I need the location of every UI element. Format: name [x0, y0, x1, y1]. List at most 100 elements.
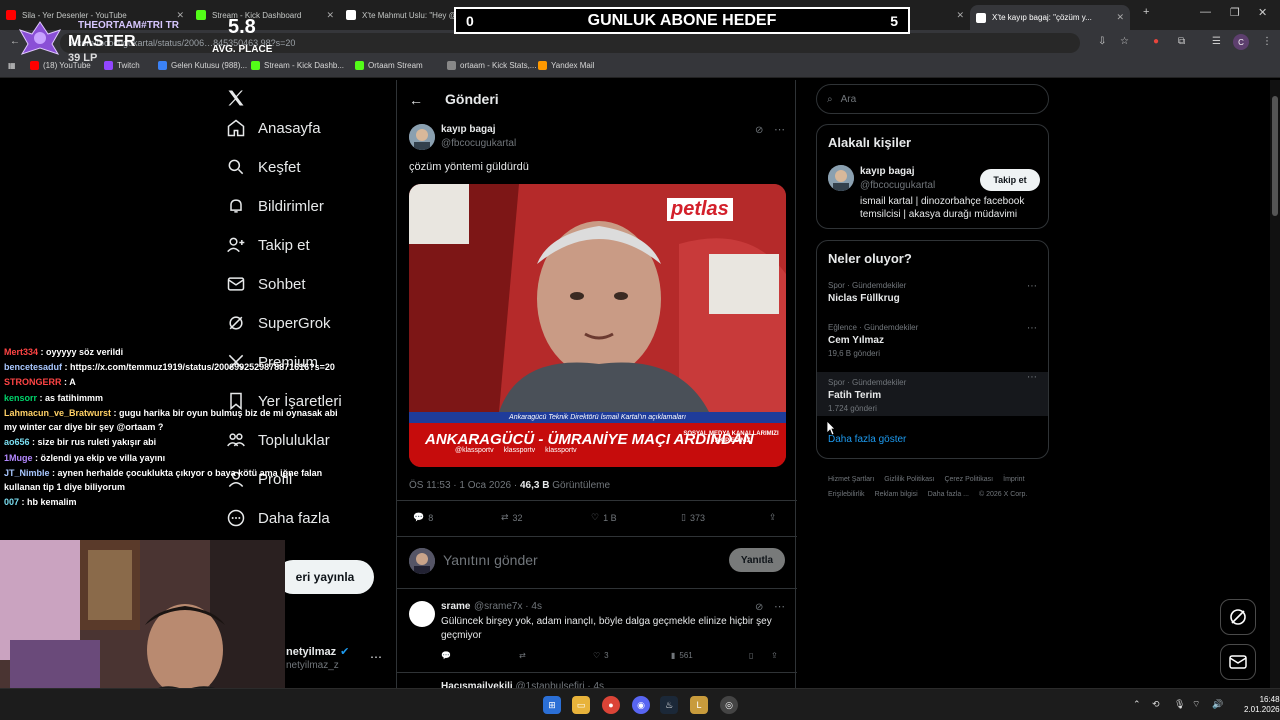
- bookmark-1[interactable]: Twitch: [104, 61, 140, 70]
- trend-item[interactable]: Eğlence · Gündemdekiler Cem Yılmaz 19,6 B …: [817, 323, 1048, 358]
- extensions-icon[interactable]: ⧉: [1178, 36, 1185, 47]
- footer-link[interactable]: Erişilebilirlik: [828, 487, 865, 502]
- post-time[interactable]: ÖS 11:53 · 1 Oca 2026 ·: [409, 480, 520, 491]
- share-icon[interactable]: ⇪: [771, 651, 778, 660]
- steam-icon[interactable]: ♨: [660, 696, 678, 714]
- nav-item-1[interactable]: Keşfet: [226, 157, 301, 177]
- nav-item-3[interactable]: Takip et: [226, 235, 310, 255]
- bookmark-4[interactable]: Ortaam Stream: [355, 61, 423, 70]
- tab-search-icon[interactable]: ☰: [1212, 36, 1221, 47]
- nav-item-10[interactable]: Daha fazla: [226, 508, 330, 528]
- footer-link[interactable]: Daha fazla ...: [928, 487, 969, 502]
- back-arrow-icon[interactable]: ←: [409, 92, 423, 108]
- obs-icon[interactable]: ◎: [720, 696, 738, 714]
- comment-author-name[interactable]: srame: [441, 601, 470, 612]
- trend-item[interactable]: Spor · Gündemdekiler Fatih Terim 1.724 gön…: [817, 372, 1048, 416]
- bookmark-5[interactable]: ortaam - Kick Stats,...: [447, 61, 536, 70]
- start-icon[interactable]: ⊞: [543, 696, 561, 714]
- post-author-avatar[interactable]: [409, 124, 435, 150]
- nav-item-5[interactable]: SuperGrok: [226, 313, 331, 333]
- chat-username[interactable]: ao656: [4, 437, 30, 447]
- post-button[interactable]: eri yayınla: [276, 560, 374, 594]
- tab-close-icon[interactable]: ✕: [1110, 12, 1124, 23]
- chat-username[interactable]: 1Muge: [4, 453, 33, 463]
- post-author-handle[interactable]: @fbcocugukartal: [441, 138, 516, 149]
- bookmark-6[interactable]: Yandex Mail: [538, 61, 594, 70]
- volume-icon[interactable]: 🔊: [1212, 699, 1223, 710]
- post-author-name[interactable]: kayıp bagaj: [441, 124, 495, 135]
- footer-link[interactable]: İmprint: [1003, 472, 1024, 487]
- tab-close-icon[interactable]: ✕: [950, 10, 964, 21]
- tab-6[interactable]: X'te kayıp bagaj: "çözüm y... ✕: [970, 5, 1130, 30]
- star-icon[interactable]: ☆: [1120, 36, 1129, 47]
- trend-item[interactable]: Spor · Gündemdekiler Niclas Füllkrug ⋯: [817, 281, 1048, 304]
- follow-button[interactable]: Takip et: [980, 169, 1040, 191]
- trend-more-icon[interactable]: ⋯: [1027, 281, 1037, 292]
- profile-avatar[interactable]: C: [1233, 34, 1249, 50]
- footer-link[interactable]: © 2026 X Corp.: [979, 487, 1027, 502]
- footer-link[interactable]: Çerez Politikası: [944, 472, 993, 487]
- menu-icon[interactable]: ⋮: [1262, 36, 1272, 47]
- post-more-icon[interactable]: ⋯: [774, 123, 785, 136]
- chat-username[interactable]: STRONGERR: [4, 377, 62, 387]
- views-action[interactable]: ▮ 561: [671, 651, 693, 660]
- x-logo-icon[interactable]: [226, 88, 246, 108]
- chat-username[interactable]: Lahmacun_ve_Bratwurst: [4, 408, 111, 418]
- chrome-icon[interactable]: ●: [602, 696, 620, 714]
- like-action[interactable]: ♡ 1 B: [591, 512, 617, 523]
- install-icon[interactable]: ⇩: [1098, 36, 1106, 47]
- reply-icon[interactable]: 💬: [441, 651, 451, 660]
- reply-button[interactable]: Yanıtla: [729, 548, 785, 572]
- search-input[interactable]: ⌕ Ara: [816, 84, 1049, 114]
- trend-more-icon[interactable]: ⋯: [1027, 323, 1037, 334]
- close-window-icon[interactable]: ✕: [1258, 6, 1267, 19]
- tray-expand-icon[interactable]: ⌃: [1133, 699, 1141, 710]
- scrollbar-thumb[interactable]: [1272, 96, 1278, 216]
- bookmark-icon[interactable]: ▯: [749, 651, 753, 660]
- footer-link[interactable]: Reklam bilgisi: [875, 487, 918, 502]
- bookmark-2[interactable]: Gelen Kutusu (988)...: [158, 61, 247, 70]
- comment-avatar[interactable]: [409, 601, 435, 627]
- grok-icon[interactable]: ⊘: [755, 125, 763, 136]
- account-more-icon[interactable]: ⋯: [370, 650, 382, 664]
- my-avatar[interactable]: [409, 548, 435, 574]
- maximize-icon[interactable]: ❐: [1230, 6, 1240, 19]
- related-avatar[interactable]: [828, 165, 854, 191]
- trend-more-icon[interactable]: ⋯: [1027, 372, 1037, 383]
- grok-float-button[interactable]: [1220, 599, 1256, 635]
- account-name[interactable]: netyilmaz ✔: [286, 645, 349, 659]
- footer-link[interactable]: Hizmet Şartları: [828, 472, 874, 487]
- bookmark-3[interactable]: Stream - Kick Dashb...: [251, 61, 344, 70]
- extension-icon[interactable]: ●: [1153, 36, 1159, 47]
- messages-float-button[interactable]: [1220, 644, 1256, 680]
- repost-action[interactable]: ⇄ 32: [501, 512, 523, 523]
- bookmark-action[interactable]: ▯ 373: [681, 512, 705, 523]
- post-media[interactable]: petlas Ankaragücü Teknik Direktörü İsmai…: [409, 184, 786, 467]
- comment-author-handle[interactable]: @srame7x · 4s: [474, 601, 542, 612]
- like-action[interactable]: ♡ 3: [593, 651, 609, 660]
- nav-item-0[interactable]: Anasayfa: [226, 118, 321, 138]
- repost-icon[interactable]: ⇄: [519, 651, 526, 660]
- network-icon[interactable]: ⟲: [1152, 699, 1160, 710]
- chat-username[interactable]: Mert334: [4, 347, 38, 357]
- tab-close-icon[interactable]: ✕: [320, 10, 334, 21]
- file-explorer-icon[interactable]: ▭: [572, 696, 590, 714]
- league-icon[interactable]: L: [690, 696, 708, 714]
- new-tab-button[interactable]: +: [1143, 6, 1149, 18]
- grok-icon[interactable]: ⊘: [755, 602, 763, 613]
- nav-item-4[interactable]: Sohbet: [226, 274, 306, 294]
- chat-username[interactable]: 007: [4, 497, 19, 507]
- related-name[interactable]: kayıp bagaj: [860, 166, 914, 177]
- share-icon[interactable]: ⇪: [769, 512, 777, 523]
- reply-action[interactable]: 💬 8: [413, 512, 433, 523]
- chat-username[interactable]: kensorr: [4, 393, 37, 403]
- discord-icon[interactable]: ◉: [632, 696, 650, 714]
- minimize-icon[interactable]: —: [1200, 6, 1211, 18]
- chat-username[interactable]: bencetesaduf: [4, 362, 62, 372]
- related-handle[interactable]: @fbcocugukartal: [860, 180, 935, 191]
- reply-input[interactable]: Yanıtını gönder: [443, 552, 538, 568]
- nav-item-2[interactable]: Bildirimler: [226, 196, 324, 216]
- mic-icon[interactable]: 🎙: [1174, 699, 1185, 710]
- apps-icon[interactable]: ▦: [8, 61, 16, 70]
- chat-username[interactable]: JT_Nimble: [4, 468, 50, 478]
